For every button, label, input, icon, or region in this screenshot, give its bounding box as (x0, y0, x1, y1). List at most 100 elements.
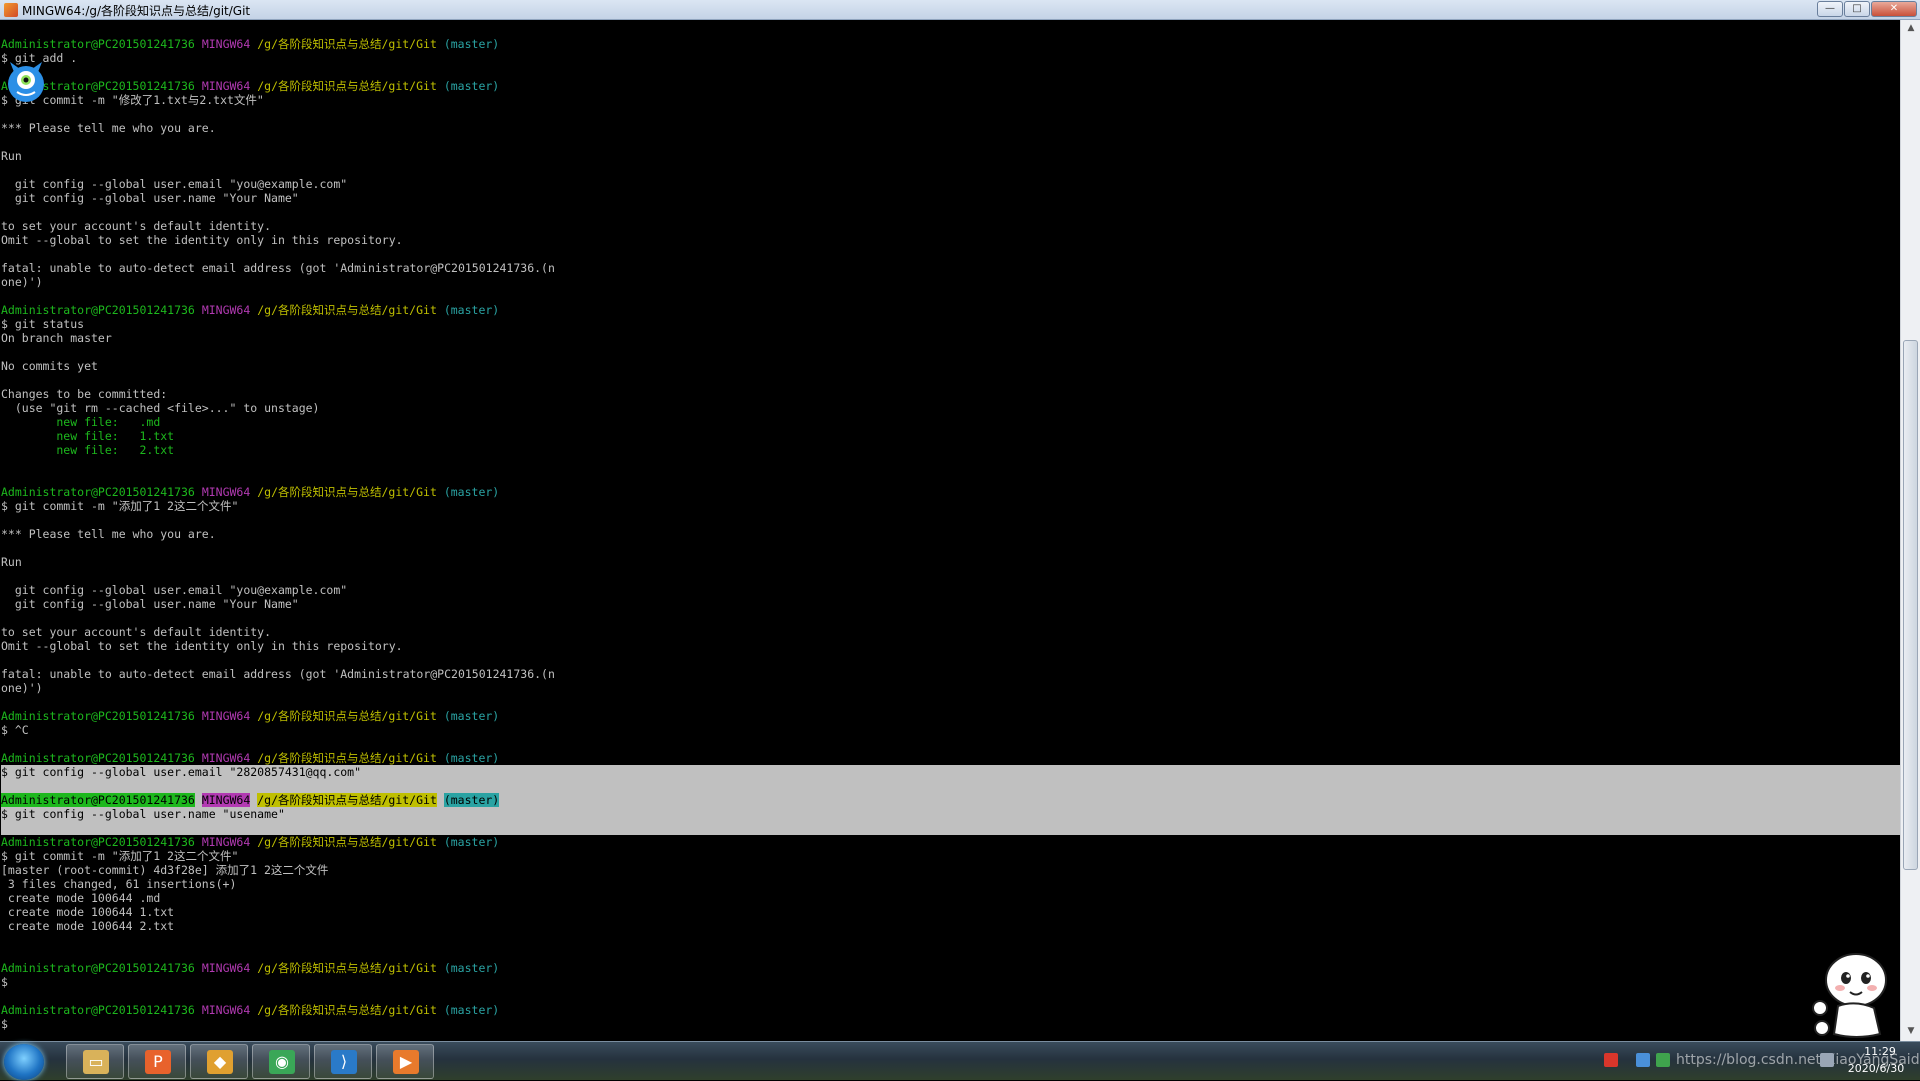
output-line: $ git status (1, 317, 85, 331)
output-line: git config --global user.email "you@exam… (1, 177, 348, 191)
terminal-lines: Administrator@PC201501241736 MINGW64 /g/… (1, 37, 1900, 1031)
output-line: $ git commit -m "修改了1.txt与2.txt文件" (1, 93, 264, 107)
prompt-path: /g/各阶段知识点与总结/git/Git (257, 79, 437, 93)
sogou-input-icon[interactable] (1604, 1053, 1618, 1067)
white-doodle-mascot-icon (1812, 953, 1887, 1038)
prompt-branch: (master) (443, 1003, 500, 1017)
output-line: fatal: unable to auto-detect email addre… (1, 667, 555, 681)
output-line: $ (1, 975, 8, 989)
output-line: $ git config --global user.email "282085… (1, 765, 1900, 779)
output-line: create mode 100644 1.txt (1, 905, 175, 919)
prompt-line: Administrator@PC201501241736 MINGW64 /g/… (1, 793, 1900, 807)
output-line: *** Please tell me who you are. (1, 121, 216, 135)
output-line: to set your account's default identity. (1, 219, 272, 233)
prompt-line: Administrator@PC201501241736 MINGW64 /g/… (1, 835, 1900, 849)
minimize-button[interactable]: — (1817, 1, 1843, 17)
volume-icon[interactable] (1820, 1053, 1834, 1067)
prompt-user: Administrator@PC201501241736 (1, 751, 195, 765)
window-title-bar[interactable]: MINGW64:/g/各阶段知识点与总结/git/Git — □ ✕ (0, 0, 1920, 20)
output-line: one)') (1, 681, 43, 695)
taskbar-app-visual-studio-code[interactable]: ⟩ (314, 1044, 372, 1079)
output-line: $ (1, 1017, 8, 1031)
taskbar-app-media-player[interactable]: ▶ (376, 1044, 434, 1079)
taskbar-app-file-explorer[interactable]: ▭ (66, 1044, 124, 1079)
maximize-button[interactable]: □ (1844, 1, 1870, 17)
close-button[interactable]: ✕ (1871, 1, 1917, 17)
system-tray: https://blog.csdn.net/XiaoYangSaid 11:29… (1596, 1042, 1920, 1081)
output-line: fatal: unable to auto-detect email addre… (1, 261, 555, 275)
scroll-up-arrow[interactable]: ▲ (1905, 23, 1917, 35)
output-line: Omit --global to set the identity only i… (1, 233, 403, 247)
staged-file-line: new file: 1.txt (1, 429, 175, 443)
clock-date[interactable]: 2020/6/30 (1844, 1062, 1908, 1075)
prompt-path: /g/各阶段知识点与总结/git/Git (257, 751, 437, 765)
taskbar-app-chrome[interactable]: ◉ (252, 1044, 310, 1079)
network-icon[interactable] (1656, 1053, 1670, 1067)
output-line: git config --global user.name "Your Name… (1, 597, 299, 611)
terminal-output[interactable]: Administrator@PC201501241736 MINGW64 /g/… (0, 20, 1900, 1041)
prompt-line: Administrator@PC201501241736 MINGW64 /g/… (1, 709, 1900, 723)
output-line: *** Please tell me who you are. (1, 527, 216, 541)
prompt-host: MINGW64 (201, 303, 251, 317)
output-line: git config --global user.email "you@exam… (1, 583, 348, 597)
prompt-line: Administrator@PC201501241736 MINGW64 /g/… (1, 303, 1900, 317)
prompt-path: /g/各阶段知识点与总结/git/Git (257, 485, 437, 499)
prompt-user: Administrator@PC201501241736 (1, 709, 195, 723)
windows-taskbar: ▭ P ◆ ◉ ⟩ ▶ https://blog.csdn.net/XiaoYangSai… (0, 1041, 1920, 1080)
output-line: $ git commit -m "添加了1 2这二个文件" (1, 499, 239, 513)
prompt-path: /g/各阶段知识点与总结/git/Git (257, 961, 437, 975)
output-line: Changes to be committed: (1, 387, 168, 401)
clock-time[interactable]: 11:29 (1852, 1045, 1908, 1058)
prompt-user: Administrator@PC201501241736 (1, 835, 195, 849)
output-line: On branch master (1, 331, 112, 345)
prompt-branch: (master) (443, 961, 500, 975)
output-line: 3 files changed, 61 insertions(+) (1, 877, 237, 891)
prompt-host: MINGW64 (201, 485, 251, 499)
output-line: one)') (1, 275, 43, 289)
prompt-user: Administrator@PC201501241736 (1, 961, 195, 975)
taskbar-app-git-tool[interactable]: ◆ (190, 1044, 248, 1079)
output-line: Omit --global to set the identity only i… (1, 639, 403, 653)
output-line: (use "git rm --cached <file>..." to unst… (1, 401, 320, 415)
scroll-down-arrow[interactable]: ▼ (1905, 1026, 1917, 1038)
prompt-line: Administrator@PC201501241736 MINGW64 /g/… (1, 1003, 1900, 1017)
prompt-path: /g/各阶段知识点与总结/git/Git (257, 37, 437, 51)
taskbar-app-wps-presentation[interactable]: P (128, 1044, 186, 1079)
prompt-branch: (master) (443, 485, 500, 499)
wps-presentation-icon: P (145, 1050, 171, 1074)
prompt-host: MINGW64 (201, 961, 251, 975)
prompt-host: MINGW64 (201, 1003, 251, 1017)
shield-icon[interactable] (1636, 1053, 1650, 1067)
prompt-line: Administrator@PC201501241736 MINGW64 /g/… (1, 37, 1900, 51)
output-line: $ git commit -m "添加了1 2这二个文件" (1, 849, 239, 863)
output-line: $ git config --global user.name "usename… (1, 807, 1900, 821)
blank-line (1, 821, 1900, 835)
output-line: [master (root-commit) 4d3f28e] 添加了1 2这二个… (1, 863, 329, 877)
staged-file-line: new file: 2.txt (1, 443, 175, 457)
prompt-path: /g/各阶段知识点与总结/git/Git (257, 835, 437, 849)
terminal-scrollbar[interactable]: ▲ ▼ (1900, 20, 1920, 1041)
prompt-user: Administrator@PC201501241736 (1, 793, 195, 807)
prompt-branch: (master) (443, 709, 500, 723)
prompt-user: Administrator@PC201501241736 (1, 1003, 195, 1017)
prompt-host: MINGW64 (201, 709, 251, 723)
prompt-branch: (master) (443, 37, 500, 51)
prompt-user: Administrator@PC201501241736 (1, 303, 195, 317)
prompt-branch: (master) (443, 793, 500, 807)
start-button[interactable] (4, 1044, 44, 1080)
prompt-host: MINGW64 (201, 751, 251, 765)
scroll-thumb[interactable] (1903, 340, 1918, 870)
visual-studio-code-icon: ⟩ (331, 1050, 357, 1074)
